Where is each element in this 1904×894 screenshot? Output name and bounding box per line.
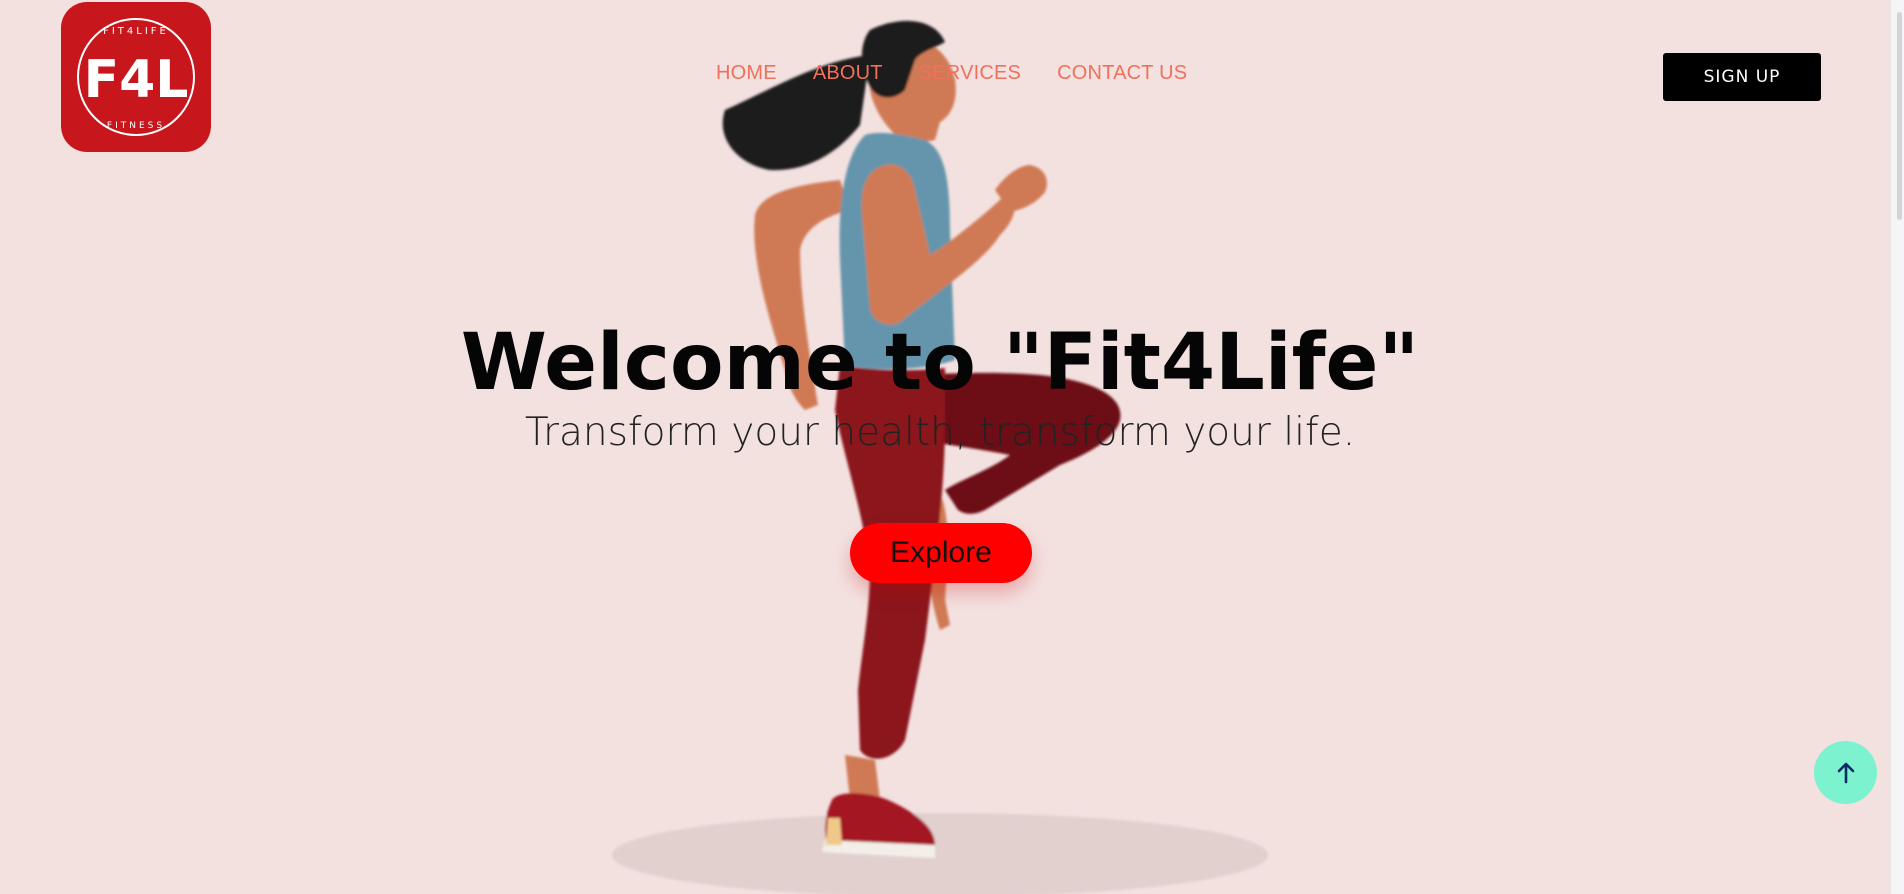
arrow-up-icon [1837, 762, 1854, 783]
nav-contact-link[interactable]: CONTACT US [1057, 62, 1187, 85]
hero-subtitle: Transform your health, transform your li… [524, 410, 1356, 455]
signup-button[interactable]: SIGN UP [1663, 53, 1821, 101]
logo-top-text: FIT4LIFE [103, 26, 169, 37]
shoe [825, 793, 935, 848]
brand-logo[interactable]: F4L FIT4LIFE FITNESS [61, 2, 211, 152]
explore-button[interactable]: Explore [850, 523, 1032, 583]
logo-bottom-text: FITNESS [107, 121, 165, 131]
nav-services-link[interactable]: SERVICES [919, 62, 1021, 85]
ankle [845, 755, 880, 800]
shoe-heel [826, 818, 842, 845]
logo-emblem-icon: F4L FIT4LIFE FITNESS [77, 18, 195, 136]
nav-about-link[interactable]: ABOUT [813, 62, 883, 85]
hero-title: Welcome to "Fit4Life" [460, 318, 1420, 408]
page-scrollbar-thumb[interactable] [1897, 12, 1902, 220]
nav-home-link[interactable]: HOME [716, 62, 777, 85]
main-nav: HOME ABOUT SERVICES CONTACT US [716, 62, 1187, 85]
scroll-top-button[interactable] [1814, 741, 1877, 804]
ground-shadow [612, 813, 1268, 894]
logo-mark: F4L [84, 50, 189, 110]
